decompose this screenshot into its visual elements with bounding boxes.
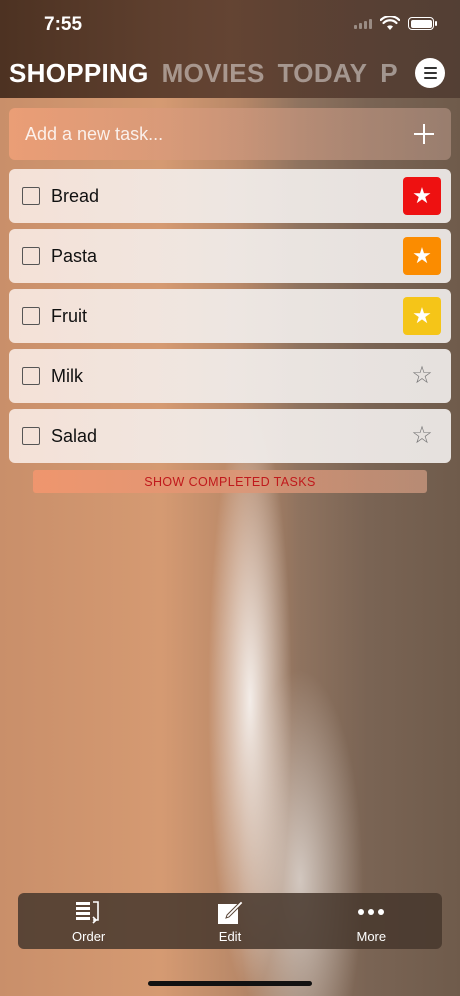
cellular-signal-icon [354, 18, 372, 29]
status-icons [354, 16, 437, 31]
tab-today[interactable]: TODAY [278, 58, 368, 89]
task-checkbox[interactable] [22, 247, 40, 265]
plus-icon[interactable] [413, 123, 435, 145]
show-completed-button[interactable]: SHOW COMPLETED TASKS [33, 470, 427, 493]
order-icon [75, 900, 99, 924]
task-item[interactable]: Fruit ★ [9, 289, 451, 343]
task-checkbox[interactable] [22, 367, 40, 385]
task-label: Salad [51, 425, 98, 446]
task-label: Fruit [51, 305, 87, 326]
status-time: 7:55 [44, 14, 83, 35]
home-indicator[interactable] [148, 981, 312, 986]
star-icon[interactable]: ★ [403, 177, 441, 215]
edit-icon [217, 899, 244, 924]
star-icon[interactable]: ★ [403, 297, 441, 335]
battery-icon [408, 17, 437, 30]
task-label: Pasta [51, 245, 98, 266]
task-item[interactable]: Milk ☆ [9, 349, 451, 403]
task-checkbox[interactable] [22, 307, 40, 325]
wifi-icon [380, 16, 400, 30]
edit-button[interactable]: Edit [175, 899, 285, 944]
tab-movies[interactable]: MOVIES [162, 58, 265, 89]
more-label: More [356, 928, 387, 944]
more-button[interactable]: More [316, 899, 426, 944]
order-label: Order [72, 928, 106, 944]
task-label: Milk [51, 365, 83, 386]
list-tabs: SHOPPING MOVIES TODAY P [9, 58, 409, 89]
star-icon[interactable]: ★ [403, 237, 441, 275]
task-item[interactable]: Salad ☆ [9, 409, 451, 463]
top-bar: 7:55 SHOPPING MOVIES TODAY P [0, 0, 460, 98]
star-outline-icon[interactable]: ☆ [403, 417, 441, 455]
add-task-input[interactable] [25, 123, 413, 145]
task-item[interactable]: Bread ★ [9, 169, 451, 223]
edit-label: Edit [218, 928, 242, 944]
tab-shopping[interactable]: SHOPPING [9, 58, 149, 89]
menu-icon [423, 67, 437, 69]
add-task-row [9, 108, 451, 160]
tab-partial[interactable]: P [380, 58, 398, 89]
task-checkbox[interactable] [22, 427, 40, 445]
task-label: Bread [51, 185, 100, 206]
more-icon [358, 908, 385, 915]
menu-button[interactable] [415, 58, 445, 88]
order-button[interactable]: Order [34, 899, 144, 944]
bottom-toolbar: Order Edit More [18, 893, 442, 949]
task-item[interactable]: Pasta ★ [9, 229, 451, 283]
task-checkbox[interactable] [22, 187, 40, 205]
star-outline-icon[interactable]: ☆ [403, 357, 441, 395]
